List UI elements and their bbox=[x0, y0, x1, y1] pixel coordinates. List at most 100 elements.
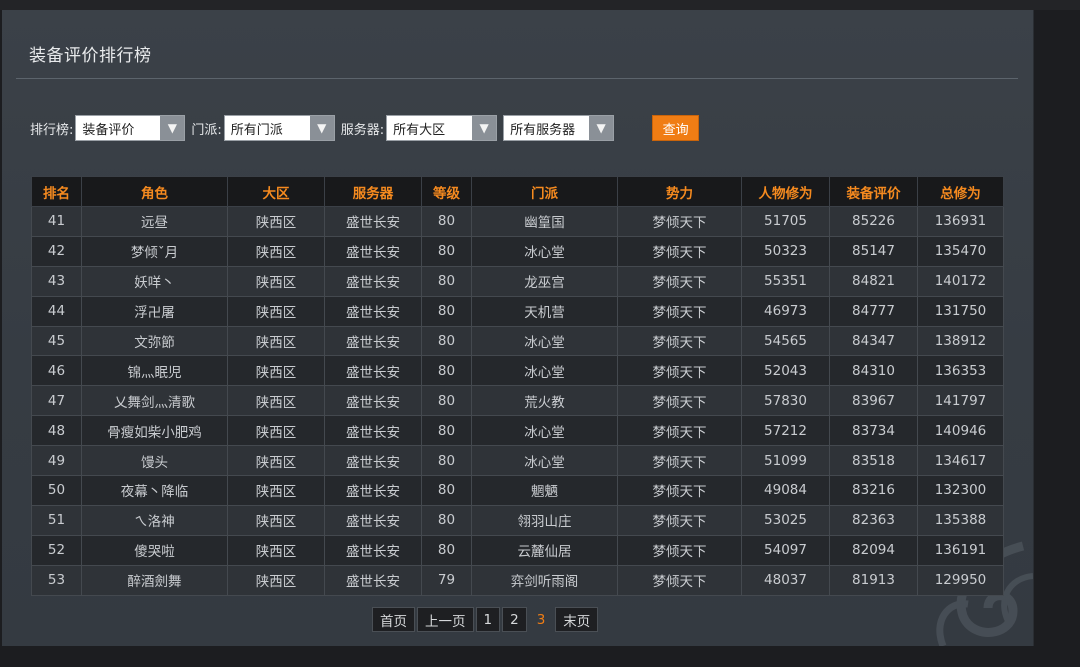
table-cell: 龙巫宫 bbox=[471, 265, 618, 297]
sect-select[interactable]: 所有门派 ▼ bbox=[223, 115, 335, 141]
table-cell: 冰心堂 bbox=[471, 445, 618, 477]
table-cell: 84347 bbox=[829, 325, 918, 357]
table-cell: 47 bbox=[31, 385, 82, 417]
page-number-button[interactable]: 2 bbox=[502, 607, 527, 632]
table-cell: 84821 bbox=[829, 265, 918, 297]
table-cell: 84777 bbox=[829, 295, 918, 327]
table-row: 46 锦灬眠児 陕西区 盛世长安 80 冰心堂 梦倾天下 52043 84310 136353 bbox=[31, 355, 1004, 387]
table-cell: 134617 bbox=[917, 445, 1004, 477]
ranking-select-value: 装备评价 bbox=[82, 122, 135, 138]
first-page-button[interactable]: 首页 bbox=[372, 607, 415, 632]
table-cell: 45 bbox=[31, 325, 82, 357]
table-cell: 85147 bbox=[829, 235, 918, 267]
table-cell: 醉酒劍舞 bbox=[81, 564, 228, 596]
table-cell: 梦倾天下 bbox=[617, 564, 742, 596]
ranking-table: 排名 角色 大区 服务器 等级 门派 势力 人物修为 装备评价 总修为 41 远昼 陕西区 盛世长安 80… bbox=[31, 176, 1004, 596]
dropdown-arrow-icon[interactable]: ▼ bbox=[160, 116, 185, 140]
dropdown-arrow-icon[interactable]: ▼ bbox=[309, 116, 334, 140]
page-number-button[interactable]: 3 bbox=[529, 607, 554, 632]
table-row: 52 傻哭啦 陕西区 盛世长安 80 云麓仙居 梦倾天下 54097 82094 136191 bbox=[31, 534, 1004, 566]
table-row: 51 ㄟ洛神 陕西区 盛世长安 80 翎羽山庄 梦倾天下 53025 82363 135388 bbox=[31, 504, 1004, 536]
last-page-button[interactable]: 末页 bbox=[555, 607, 599, 632]
table-row: 50 夜幕丶降临 陕西区 盛世长安 80 魍魉 梦倾天下 49084 83216 132300 bbox=[31, 475, 1004, 506]
table-cell: 陕西区 bbox=[227, 206, 325, 237]
table-cell: 141797 bbox=[917, 385, 1004, 417]
column-header: 角色 bbox=[81, 176, 228, 207]
table-cell: 冰心堂 bbox=[471, 325, 618, 357]
table-cell: 陕西区 bbox=[227, 265, 325, 297]
page-number-button[interactable]: 1 bbox=[475, 607, 501, 632]
table-cell: 80 bbox=[421, 504, 472, 536]
title-divider bbox=[16, 78, 1018, 79]
pagination: 首页 上一页 123 末页 bbox=[372, 607, 600, 632]
table-cell: 55351 bbox=[741, 265, 830, 297]
table-row: 41 远昼 陕西区 盛世长安 80 幽篁国 梦倾天下 51705 85226 136931 bbox=[31, 206, 1004, 237]
table-cell: 陕西区 bbox=[227, 564, 325, 596]
ranking-panel: 装备评价排行榜 排行榜: 装备评价 ▼ 门派: 所有门派 ▼ 服务器: 所有大区… bbox=[2, 10, 1034, 646]
table-cell: 57212 bbox=[741, 415, 830, 447]
table-cell: 83216 bbox=[829, 475, 918, 506]
table-cell: 盛世长安 bbox=[324, 504, 422, 536]
table-cell: 53 bbox=[31, 564, 82, 596]
table-cell: 135388 bbox=[917, 504, 1004, 536]
column-header: 总修为 bbox=[917, 176, 1004, 207]
table-cell: 夜幕丶降临 bbox=[81, 475, 228, 506]
table-cell: 幽篁国 bbox=[471, 206, 618, 237]
table-cell: 馒头 bbox=[81, 445, 228, 477]
server-select-value: 所有服务器 bbox=[510, 122, 576, 138]
table-cell: 50 bbox=[31, 475, 82, 506]
prev-page-button[interactable]: 上一页 bbox=[417, 607, 474, 632]
table-cell: 48 bbox=[31, 415, 82, 447]
table-cell: 陕西区 bbox=[227, 534, 325, 566]
table-cell: 48037 bbox=[741, 564, 830, 596]
table-row: 44 浮卍屠 陕西区 盛世长安 80 天机营 梦倾天下 46973 84777 131750 bbox=[31, 295, 1004, 327]
table-cell: 陕西区 bbox=[227, 325, 325, 357]
column-header: 装备评价 bbox=[829, 176, 918, 207]
server-select[interactable]: 所有服务器 ▼ bbox=[503, 115, 615, 141]
table-cell: 陕西区 bbox=[227, 235, 325, 267]
table-cell: 131750 bbox=[917, 295, 1004, 327]
table-row: 49 馒头 陕西区 盛世长安 80 冰心堂 梦倾天下 51099 83518 134617 bbox=[31, 445, 1004, 477]
column-header: 等级 bbox=[421, 176, 472, 207]
table-cell: 梦倾天下 bbox=[617, 355, 742, 387]
table-cell: 梦倾天下 bbox=[617, 415, 742, 447]
dropdown-arrow-icon[interactable]: ▼ bbox=[589, 116, 614, 140]
column-header: 大区 bbox=[227, 176, 325, 207]
table-cell: 盛世长安 bbox=[324, 475, 422, 506]
table-cell: 陕西区 bbox=[227, 415, 325, 447]
table-cell: 136353 bbox=[917, 355, 1004, 387]
page-numbers: 123 bbox=[475, 607, 556, 632]
column-header: 门派 bbox=[471, 176, 618, 207]
table-cell: 荒火教 bbox=[471, 385, 618, 417]
table-cell: 57830 bbox=[741, 385, 830, 417]
table-header-row: 排名 角色 大区 服务器 等级 门派 势力 人物修为 装备评价 总修为 bbox=[31, 176, 1004, 207]
table-row: 45 文弥節 陕西区 盛世长安 80 冰心堂 梦倾天下 54565 84347 138912 bbox=[31, 325, 1004, 357]
ranking-select[interactable]: 装备评价 ▼ bbox=[75, 115, 186, 141]
table-row: 43 妖咩丶 陕西区 盛世长安 80 龙巫宫 梦倾天下 55351 84821 140172 bbox=[31, 265, 1004, 297]
table-cell: 梦倾ˇ月 bbox=[81, 235, 228, 267]
table-cell: 陕西区 bbox=[227, 475, 325, 506]
table-cell: 乂舞剑灬清歌 bbox=[81, 385, 228, 417]
table-cell: 79 bbox=[421, 564, 472, 596]
table-cell: 翎羽山庄 bbox=[471, 504, 618, 536]
table-cell: 52043 bbox=[741, 355, 830, 387]
table-cell: 盛世长安 bbox=[324, 295, 422, 327]
table-cell: 陕西区 bbox=[227, 445, 325, 477]
table-cell: 梦倾天下 bbox=[617, 534, 742, 566]
table-cell: 梦倾天下 bbox=[617, 504, 742, 536]
region-select[interactable]: 所有大区 ▼ bbox=[386, 115, 498, 141]
table-cell: 80 bbox=[421, 475, 472, 506]
table-cell: 冰心堂 bbox=[471, 235, 618, 267]
table-cell: 骨瘦如柴小肥鸡 bbox=[81, 415, 228, 447]
table-cell: 梦倾天下 bbox=[617, 325, 742, 357]
table-cell: 80 bbox=[421, 355, 472, 387]
table-cell: 陕西区 bbox=[227, 355, 325, 387]
table-cell: 冰心堂 bbox=[471, 355, 618, 387]
table-cell: 盛世长安 bbox=[324, 265, 422, 297]
table-cell: 云麓仙居 bbox=[471, 534, 618, 566]
table-cell: 盛世长安 bbox=[324, 355, 422, 387]
table-cell: 傻哭啦 bbox=[81, 534, 228, 566]
dropdown-arrow-icon[interactable]: ▼ bbox=[472, 116, 497, 140]
region-select-value: 所有大区 bbox=[393, 122, 446, 138]
query-button[interactable]: 查询 bbox=[652, 115, 700, 141]
